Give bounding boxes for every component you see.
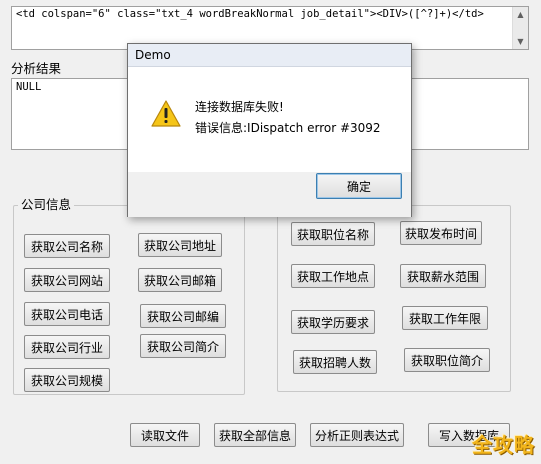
get-all-info-button[interactable]: 获取全部信息 bbox=[214, 423, 296, 447]
get-company-size-button[interactable]: 获取公司规模 bbox=[24, 368, 110, 392]
get-work-years-button[interactable]: 获取工作年限 bbox=[402, 306, 488, 330]
get-company-address-button[interactable]: 获取公司地址 bbox=[138, 233, 222, 257]
get-company-name-button[interactable]: 获取公司名称 bbox=[24, 234, 110, 258]
get-hiring-count-button[interactable]: 获取招聘人数 bbox=[293, 350, 377, 374]
get-company-email-button[interactable]: 获取公司邮箱 bbox=[138, 268, 222, 292]
result-label: 分析结果 bbox=[11, 61, 62, 76]
error-dialog: Demo 连接数据库失败! 错误信息:IDispatch error #3092… bbox=[127, 43, 412, 217]
watermark-logo: 全攻略 bbox=[472, 433, 535, 457]
get-salary-range-button[interactable]: 获取薪水范围 bbox=[400, 264, 486, 288]
dialog-body: 连接数据库失败! 错误信息:IDispatch error #3092 bbox=[128, 67, 411, 172]
analyze-regex-button[interactable]: 分析正则表达式 bbox=[310, 423, 404, 447]
scroll-up-icon[interactable]: ▲ bbox=[513, 7, 528, 22]
get-job-name-button[interactable]: 获取职位名称 bbox=[291, 222, 375, 246]
regex-input-text: <td colspan="6" class="txt_4 wordBreakNo… bbox=[16, 8, 484, 20]
ok-button[interactable]: 确定 bbox=[316, 173, 402, 199]
dialog-title: Demo bbox=[128, 44, 411, 67]
dialog-message-line2: 错误信息:IDispatch error #3092 bbox=[195, 121, 381, 135]
result-output-text: NULL bbox=[16, 81, 42, 93]
read-file-button[interactable]: 读取文件 bbox=[130, 423, 200, 447]
scroll-down-icon[interactable]: ▼ bbox=[513, 34, 528, 49]
dialog-message-line1: 连接数据库失败! bbox=[195, 100, 284, 114]
get-company-industry-button[interactable]: 获取公司行业 bbox=[24, 335, 110, 359]
get-company-website-button[interactable]: 获取公司网站 bbox=[24, 268, 110, 292]
get-company-intro-button[interactable]: 获取公司简介 bbox=[140, 334, 226, 358]
company-info-title: 公司信息 bbox=[18, 198, 75, 212]
get-work-location-button[interactable]: 获取工作地点 bbox=[291, 264, 375, 288]
get-publish-time-button[interactable]: 获取发布时间 bbox=[400, 221, 482, 245]
get-job-intro-button[interactable]: 获取职位简介 bbox=[404, 348, 490, 372]
get-company-phone-button[interactable]: 获取公司电话 bbox=[24, 302, 110, 326]
regex-scrollbar[interactable]: ▲ ▼ bbox=[512, 7, 528, 49]
get-education-button[interactable]: 获取学历要求 bbox=[291, 310, 375, 334]
get-company-postcode-button[interactable]: 获取公司邮编 bbox=[140, 304, 226, 328]
warning-icon bbox=[151, 100, 181, 127]
